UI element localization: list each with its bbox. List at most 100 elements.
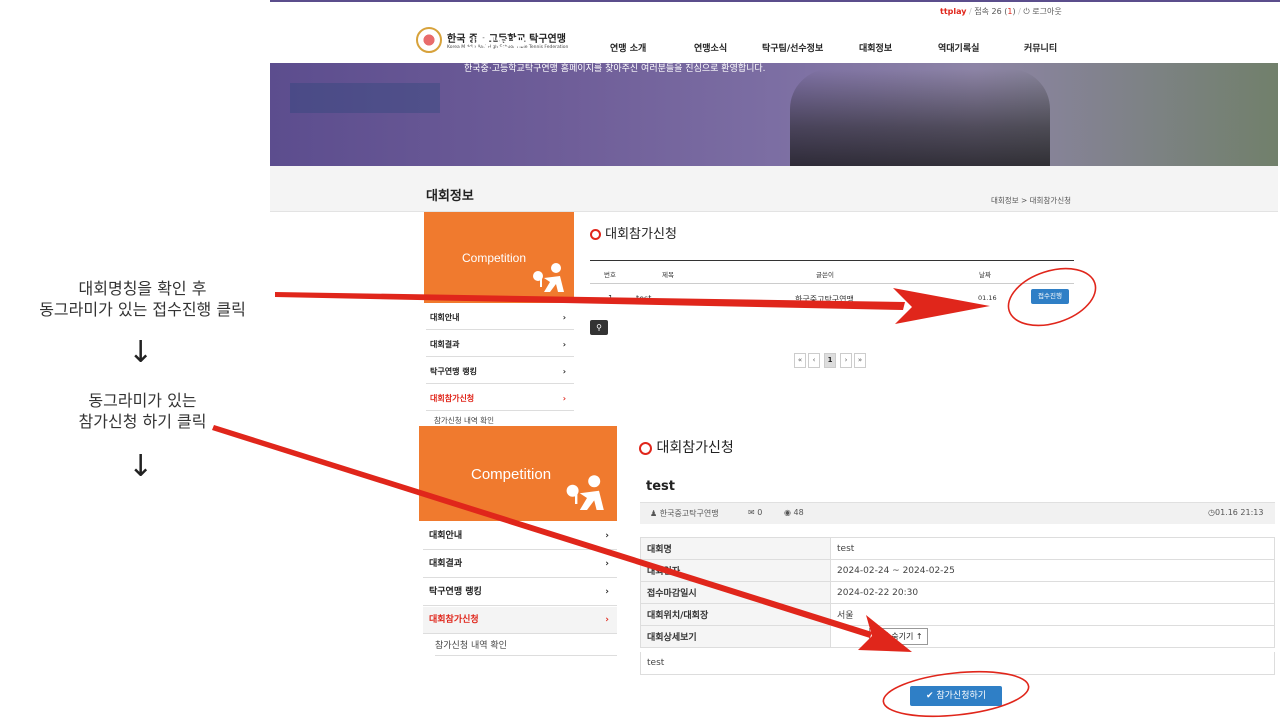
comment-icon: ✉ (748, 508, 755, 517)
sidebar-item-apply[interactable]: 대회참가신청 › (426, 387, 574, 411)
sidebar-item-info[interactable]: 대회안내 › (426, 306, 574, 330)
post-body: test (640, 652, 1275, 675)
info-key: 대회상세보기 (640, 625, 831, 648)
apply-progress-button[interactable]: 접수진행 (1031, 289, 1069, 304)
sidebar-item-apply[interactable]: 대회참가신청 › (423, 607, 617, 634)
chevron-right-icon: › (605, 587, 609, 597)
pager-prev[interactable]: ‹ (808, 353, 820, 368)
top-accent-line (270, 0, 1280, 2)
table-top-border (590, 260, 1074, 261)
pager-next[interactable]: › (840, 353, 852, 368)
section-title: 대회정보 (426, 189, 474, 204)
visitor-count: 접속 26 (1) (974, 7, 1016, 16)
post-datetime: ◷01.16 21:13 (1208, 508, 1264, 517)
util-bar: ttplay / 접속 26 (1) / ⏻ 로그아웃 (940, 7, 1062, 16)
detail-toggle-button[interactable]: 보기 숨기기 ↑ (869, 628, 928, 645)
info-row: 대회상세보기 보기 숨기기 ↑ (640, 625, 1275, 648)
search-button[interactable]: ⚲ (590, 320, 608, 335)
table-tennis-player-icon (561, 474, 613, 526)
nav-competition[interactable]: 대회정보 (859, 41, 892, 54)
info-row: 대회일자 2024-02-24 ~ 2024-02-25 (640, 559, 1275, 582)
instruction-step2-line2: 참가신청 하기 클릭 (78, 412, 207, 431)
post-title: test (646, 479, 675, 494)
info-value: 2024-02-24 ~ 2024-02-25 (830, 559, 1275, 582)
instruction-step2: 동그라미가 있는 참가신청 하기 클릭 (20, 390, 265, 432)
pager-page-1[interactable]: 1 (824, 353, 836, 368)
pager-last[interactable]: » (854, 353, 866, 368)
instruction-step1-line2: 동그라미가 있는 접수진행 클릭 (39, 300, 246, 319)
sidebar-title: Competition (471, 466, 552, 483)
info-key: 대회위치/대회장 (640, 603, 831, 626)
chevron-right-icon: › (562, 340, 566, 349)
power-icon: ⏻ (1023, 7, 1030, 16)
table-tennis-player-icon (530, 262, 570, 309)
info-value: 2024-02-22 20:30 (830, 581, 1275, 604)
chevron-right-icon: › (605, 615, 609, 625)
sidebar-title: Competition (462, 251, 527, 265)
post-author: ♟ 한국중고탁구연맹 (650, 509, 719, 518)
chevron-right-icon: › (605, 559, 609, 569)
section-header-bar (270, 166, 1278, 212)
sidebar-item-info[interactable]: 대회안내 › (423, 523, 617, 550)
nav-records[interactable]: 역대기록실 (938, 41, 979, 54)
col-header-date: 날짜 (979, 271, 991, 279)
down-arrow-icon: ↓ (128, 449, 154, 484)
table-header-divider (590, 283, 1074, 284)
chevron-right-icon: › (562, 394, 566, 403)
pager-first[interactable]: « (794, 353, 806, 368)
chevron-right-icon: › (605, 531, 609, 541)
sidebar-item-results[interactable]: 대회결과 › (426, 333, 574, 357)
col-header-no: 번호 (604, 271, 616, 279)
federation-logo[interactable] (416, 27, 442, 53)
instruction-step2-line1: 동그라미가 있는 (88, 391, 197, 410)
info-key: 접수마감일시 (640, 581, 831, 604)
banner-subtitle: 한국중·고등학교탁구연맹 홈페이지를 찾아주신 여러분들을 진심으로 환영합니다… (464, 64, 766, 74)
row-no: 1 (608, 294, 614, 303)
competition-info-table: 대회명 test 대회일자 2024-02-24 ~ 2024-02-25 접수마감… (640, 537, 1275, 648)
logout-link[interactable]: 로그아웃 (1032, 7, 1061, 16)
sidebar-item-ranking[interactable]: 탁구연맹 랭킹 › (423, 579, 617, 606)
post-views: ◉ 48 (784, 508, 804, 517)
instruction-step1-line1: 대회명칭을 확인 후 (78, 279, 207, 298)
chevron-right-icon: › (562, 367, 566, 376)
sidebar-item-results[interactable]: 대회결과 › (423, 551, 617, 578)
info-row: 대회위치/대회장 서울 (640, 603, 1275, 626)
col-header-author: 글쓴이 (816, 271, 834, 279)
nav-federation[interactable]: 연맹 소개 (610, 41, 646, 54)
page-banner (270, 63, 1278, 166)
col-header-title: 제목 (662, 271, 674, 279)
banner-players-image (790, 69, 1050, 166)
user-icon: ♟ (650, 509, 658, 518)
screenshot-board-list: ttplay / 접속 26 (1) / ⏻ 로그아웃 한국 중 · 고등학교 … (270, 0, 1280, 426)
nav-news[interactable]: 연맹소식 (694, 41, 727, 54)
info-value: test (830, 537, 1275, 560)
info-key: 대회일자 (640, 559, 831, 582)
info-row: 대회명 test (640, 537, 1275, 560)
post-meta-bar (640, 502, 1275, 524)
sidebar-sub-apply-history[interactable]: 참가신청 내역 확인 (435, 638, 617, 656)
board-title: 대회참가신청 (590, 223, 677, 242)
eye-icon: ◉ (784, 508, 791, 517)
circle-bullet-icon (590, 229, 601, 240)
info-value: 서울 (830, 603, 1275, 626)
board-title: 대회참가신청 (639, 437, 734, 457)
circle-bullet-icon (639, 441, 652, 455)
row-date: 01.16 (978, 294, 997, 302)
sidebar-sub-apply-history[interactable]: 참가신청 내역 확인 (434, 415, 494, 426)
clock-icon: ◷ (1208, 508, 1215, 517)
ttplay-link[interactable]: ttplay (940, 7, 966, 16)
row-title[interactable]: test (636, 294, 651, 303)
instruction-step1: 대회명칭을 확인 후 동그라미가 있는 접수진행 클릭 (20, 278, 265, 320)
breadcrumb: 대회정보 > 대회참가신청 (991, 196, 1072, 205)
chevron-right-icon: › (562, 313, 566, 322)
apply-submit-button[interactable]: ✔ 참가신청하기 (910, 686, 1002, 706)
banner-table-image (290, 83, 440, 113)
info-key: 대회명 (640, 537, 831, 560)
nav-community[interactable]: 커뮤니티 (1024, 41, 1057, 54)
search-icon: ⚲ (596, 323, 602, 332)
row-author: 한국중고탁구연맹 (795, 295, 854, 304)
banner-title: 대회정보 (464, 36, 527, 56)
post-comments: ✉ 0 (748, 508, 763, 517)
sidebar-item-ranking[interactable]: 탁구연맹 랭킹 › (426, 360, 574, 384)
nav-teams[interactable]: 탁구팀/선수정보 (762, 41, 823, 54)
